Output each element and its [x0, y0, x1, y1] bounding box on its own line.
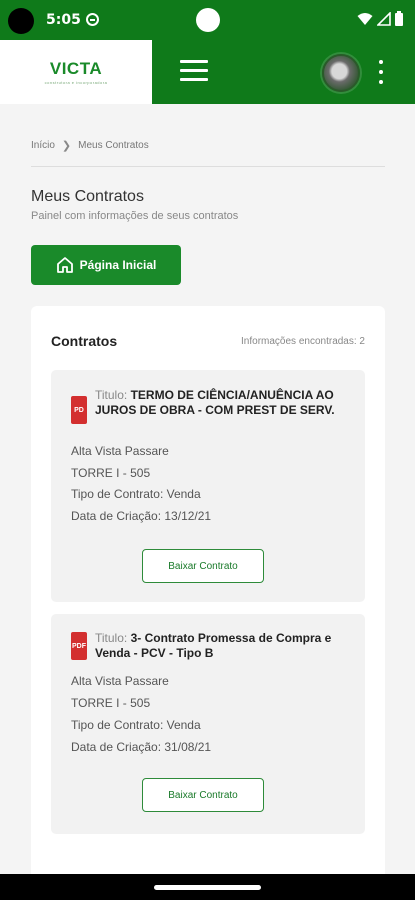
home-gesture-handle[interactable]: [154, 885, 261, 890]
contract-title-label: Titulo:: [95, 631, 128, 645]
camera-cutout: [8, 8, 34, 34]
status-icons: [357, 11, 403, 26]
avatar[interactable]: [322, 54, 360, 92]
home-button-label: Página Inicial: [79, 258, 157, 272]
download-contract-button[interactable]: Baixar Contrato: [142, 549, 264, 583]
contract-created-date: Data de Criação: 13/12/21: [71, 509, 212, 523]
signal-icon: [377, 11, 391, 26]
page-subtitle: Painel com informações de seus contratos: [31, 210, 239, 222]
contract-card: PD Titulo: TERMO DE CIÊNCIA/ANUÊNCIA AO …: [51, 370, 365, 602]
page-title: Meus Contratos: [31, 188, 144, 205]
wifi-icon: [357, 12, 373, 25]
logo-text: VICTA: [49, 59, 103, 78]
menu-icon[interactable]: [180, 60, 208, 82]
status-bar: 5:05: [0, 0, 415, 40]
contract-title-value: TERMO DE CIÊNCIA/ANUÊNCIA AO JUROS DE OB…: [95, 388, 335, 417]
contract-title-value: 3- Contrato Promessa de Compra e Venda -…: [95, 631, 332, 660]
home-button[interactable]: Página Inicial: [31, 245, 181, 285]
chevron-right-icon: ❯: [61, 140, 72, 152]
panel-title: Contratos: [51, 333, 118, 349]
contracts-panel: Contratos Informações encontradas: 2 PD …: [31, 306, 385, 874]
results-count: Informações encontradas: 2: [241, 336, 365, 347]
breadcrumb: Início ❯ Meus Contratos: [31, 139, 149, 152]
download-contract-button[interactable]: Baixar Contrato: [142, 778, 264, 812]
contract-unit: TORRE I - 505: [71, 696, 151, 710]
battery-icon: [395, 11, 403, 26]
system-navigation-bar: [0, 874, 415, 900]
contract-created-date: Data de Criação: 31/08/21: [71, 740, 212, 754]
main-content: Início ❯ Meus Contratos Meus Contratos P…: [0, 104, 415, 874]
logo-tagline: construtora e incorporadora: [44, 80, 108, 85]
contract-type: Tipo de Contrato: Venda: [71, 718, 201, 732]
home-icon: [56, 257, 73, 273]
contract-card: PDF Titulo: 3- Contrato Promessa de Comp…: [51, 614, 365, 834]
app-header: VICTA construtora e incorporadora: [0, 40, 415, 104]
breadcrumb-home-link[interactable]: Início: [31, 140, 55, 151]
contract-title-label: Titulo:: [95, 388, 128, 402]
front-camera: [196, 8, 220, 32]
pdf-icon: PD: [71, 396, 87, 424]
contract-unit: TORRE I - 505: [71, 466, 151, 480]
contract-project: Alta Vista Passare: [71, 444, 169, 458]
more-vert-icon[interactable]: [376, 60, 386, 86]
contract-project: Alta Vista Passare: [71, 674, 169, 688]
breadcrumb-current: Meus Contratos: [78, 140, 149, 151]
divider: [31, 166, 385, 167]
do-not-disturb-icon: [86, 13, 99, 26]
pdf-icon: PDF: [71, 632, 87, 660]
contract-title: Titulo: 3- Contrato Promessa de Compra e…: [95, 631, 345, 661]
contract-type: Tipo de Contrato: Venda: [71, 487, 201, 501]
status-time: 5:05: [46, 12, 81, 28]
logo[interactable]: VICTA construtora e incorporadora: [0, 40, 152, 104]
contract-title: Titulo: TERMO DE CIÊNCIA/ANUÊNCIA AO JUR…: [95, 388, 345, 418]
